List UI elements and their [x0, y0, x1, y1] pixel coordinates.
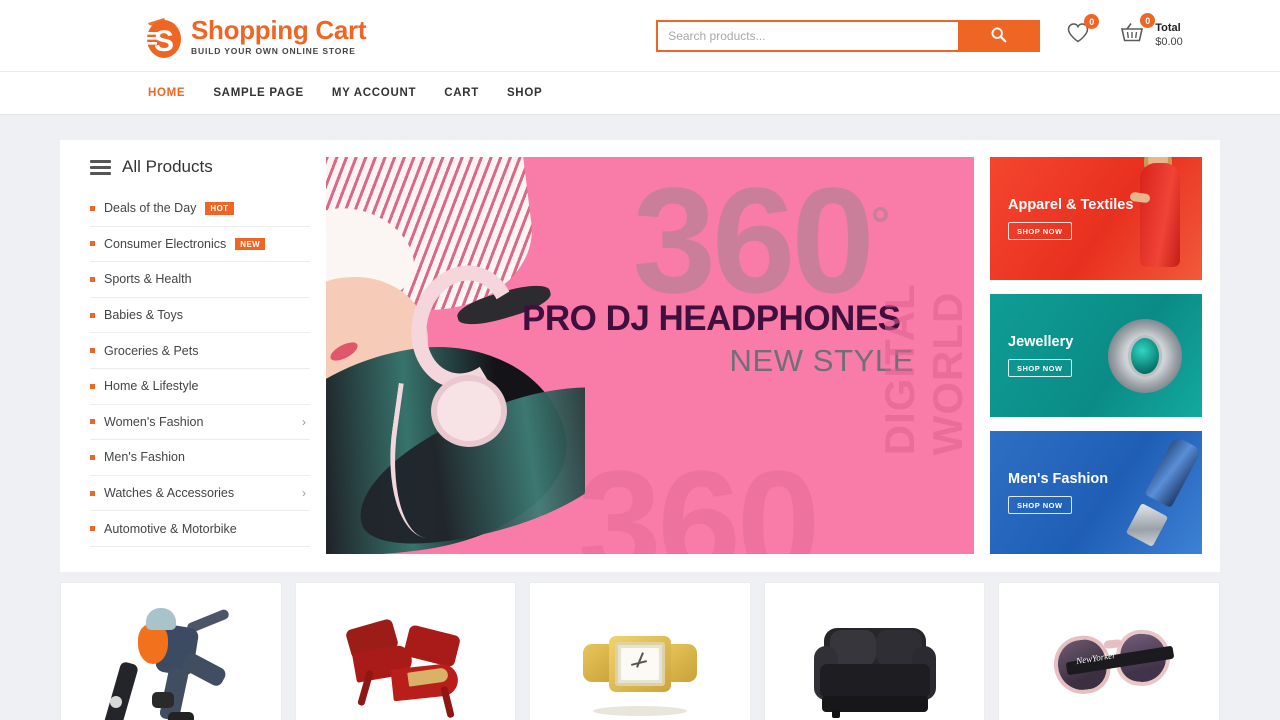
hero-title: PRO DJ HEADPHONES — [522, 299, 901, 338]
sidebar-item-watches-accessories[interactable]: Watches & Accessories › — [90, 476, 310, 512]
skateboarder-image — [102, 600, 236, 720]
promo-cards: Apparel & Textiles SHOP NOW Jewellery SH… — [990, 157, 1202, 554]
sidebar-item-automotive-motorbike[interactable]: Automotive & Motorbike — [90, 511, 310, 547]
bullet-icon — [90, 205, 95, 211]
red-dress-shape — [1140, 163, 1180, 267]
category-label: Groceries & Pets — [104, 343, 199, 358]
product-card-black-sofa[interactable] — [763, 582, 986, 720]
main-navigation: HOME SAMPLE PAGE MY ACCOUNT CART SHOP — [0, 72, 1280, 115]
promo-title: Jewellery — [1008, 334, 1074, 350]
bullet-icon — [90, 490, 95, 496]
bullet-icon — [90, 312, 95, 318]
category-list: Deals of the Day HOT Consumer Electronic… — [90, 191, 310, 547]
promo-card-apparel-textiles[interactable]: Apparel & Textiles SHOP NOW — [990, 157, 1202, 280]
chevron-right-icon: › — [302, 486, 306, 501]
site-header: S Shopping Cart BUILD YOUR OWN ONLINE ST… — [0, 0, 1280, 72]
bullet-icon — [90, 348, 95, 354]
wishlist-button[interactable]: 0 — [1066, 14, 1100, 49]
shop-now-button[interactable]: SHOP NOW — [1008, 496, 1072, 514]
header-icons: 0 0 Total $0.00 — [1066, 13, 1183, 50]
hero-watermark-top: 360° — [632, 157, 890, 324]
logo-title: Shopping Cart — [191, 14, 367, 45]
sidebar-item-groceries-pets[interactable]: Groceries & Pets — [90, 333, 310, 369]
product-card-skateboarder[interactable] — [60, 582, 282, 720]
site-logo[interactable]: S Shopping Cart BUILD YOUR OWN ONLINE ST… — [138, 12, 367, 60]
logo-tagline: BUILD YOUR OWN ONLINE STORE — [191, 46, 356, 57]
nav-item-sample-page[interactable]: SAMPLE PAGE — [213, 87, 304, 99]
promo-title: Apparel & Textiles — [1008, 197, 1134, 213]
nav-item-shop[interactable]: SHOP — [507, 87, 542, 99]
new-badge: NEW — [235, 237, 266, 251]
category-label: Men's Fashion — [104, 450, 185, 465]
sidebar-title: All Products — [122, 157, 213, 176]
trimmer-blade-shape — [1125, 502, 1169, 548]
hero-banner[interactable]: 360° 360 PRO DJ HEADPHONES NEW STYLE DIG… — [326, 157, 974, 554]
search-input[interactable] — [658, 21, 959, 50]
sidebar-item-sports-health[interactable]: Sports & Health — [90, 262, 310, 298]
hot-badge: HOT — [205, 202, 234, 215]
main-content-panel: All Products Deals of the Day HOT Consum… — [60, 140, 1220, 572]
wishlist-count-badge: 0 — [1084, 14, 1100, 29]
sidebar-item-consumer-electronics[interactable]: Consumer Electronics NEW — [90, 227, 310, 263]
red-heels-image — [340, 600, 470, 720]
search-icon — [990, 26, 1007, 46]
category-label: Automotive & Motorbike — [104, 521, 237, 536]
product-strip: NewYorker — [60, 582, 1220, 720]
shop-now-button[interactable]: SHOP NOW — [1008, 222, 1072, 240]
category-label: Deals of the Day — [104, 201, 197, 216]
cart-icon-wrap[interactable]: 0 — [1118, 13, 1156, 50]
cart-total-amount: $0.00 — [1155, 35, 1183, 48]
cart-total: Total $0.00 — [1155, 22, 1183, 50]
nav-item-cart[interactable]: CART — [444, 87, 479, 99]
sidebar-item-home-lifestyle[interactable]: Home & Lifestyle — [90, 369, 310, 405]
cart-count-badge: 0 — [1140, 13, 1156, 28]
category-label: Home & Lifestyle — [104, 379, 199, 394]
category-label: Consumer Electronics — [104, 236, 227, 251]
promo-card-jewellery[interactable]: Jewellery SHOP NOW — [990, 294, 1202, 417]
category-label: Babies & Toys — [104, 308, 183, 323]
sidebar-item-babies-toys[interactable]: Babies & Toys — [90, 298, 310, 334]
bullet-icon — [90, 454, 95, 460]
product-card-sunglasses[interactable]: NewYorker — [998, 582, 1220, 720]
bullet-icon — [90, 419, 95, 425]
bullet-icon — [90, 276, 95, 282]
category-label: Sports & Health — [104, 272, 192, 287]
shop-now-button[interactable]: SHOP NOW — [1008, 359, 1072, 377]
shopping-bag-s-logo-icon: S — [138, 12, 184, 60]
category-sidebar: All Products Deals of the Day HOT Consum… — [78, 157, 310, 554]
sidebar-item-mens-fashion[interactable]: Men's Fashion — [90, 440, 310, 476]
product-card-gold-watch[interactable] — [529, 582, 751, 720]
cart-total-label: Total — [1155, 21, 1181, 34]
product-card-red-heels[interactable] — [294, 582, 517, 720]
svg-text:S: S — [154, 25, 174, 58]
promo-card-mens-fashion[interactable]: Men's Fashion SHOP NOW — [990, 431, 1202, 554]
nav-item-home[interactable]: HOME — [148, 87, 185, 99]
search-button[interactable] — [958, 21, 1039, 50]
sidebar-header[interactable]: All Products — [90, 157, 310, 177]
hero-vertical-text: DIGITAL WORLD — [876, 283, 971, 455]
category-label: Watches & Accessories — [104, 486, 235, 501]
category-label: Women's Fashion — [104, 414, 204, 429]
sidebar-item-womens-fashion[interactable]: Women's Fashion › — [90, 405, 310, 441]
bullet-icon — [90, 526, 95, 532]
nav-item-my-account[interactable]: MY ACCOUNT — [332, 87, 416, 99]
hero-watermark-bottom: 360 — [578, 439, 820, 554]
promo-title: Men's Fashion — [1008, 471, 1109, 487]
chevron-right-icon: › — [302, 414, 306, 429]
hero-model-photo — [326, 157, 586, 554]
sidebar-item-deals-of-the-day[interactable]: Deals of the Day HOT — [90, 191, 310, 227]
search-area: 0 0 Total — [656, 13, 1183, 52]
cart-button[interactable]: 0 Total $0.00 — [1118, 13, 1183, 50]
black-sofa-image — [810, 600, 940, 720]
search-box — [656, 19, 1041, 52]
sunglasses-image: NewYorker — [1044, 600, 1175, 720]
hamburger-icon[interactable] — [90, 159, 111, 175]
bullet-icon — [90, 241, 95, 247]
gold-watch-image — [575, 600, 705, 720]
bullet-icon — [90, 383, 95, 389]
